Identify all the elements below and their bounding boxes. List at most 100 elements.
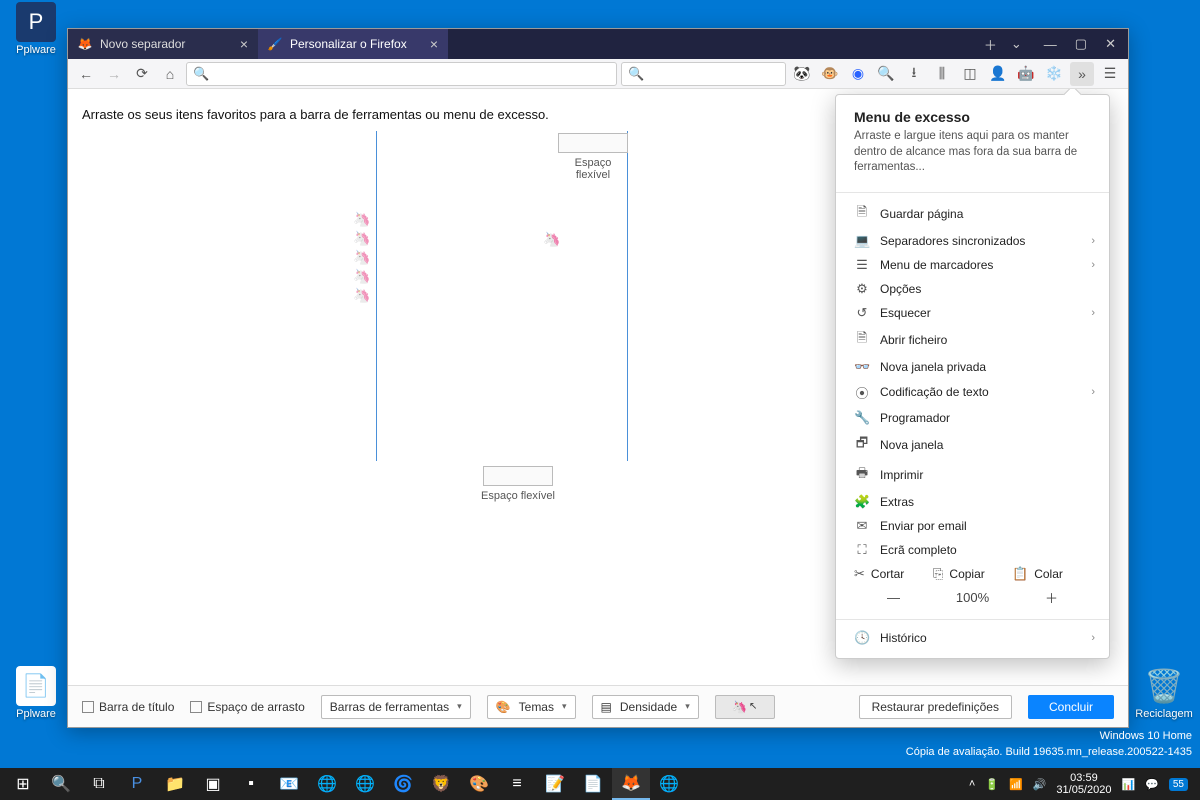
app-vscode[interactable]: ≡	[498, 768, 536, 800]
toolbars-dropdown[interactable]: Barras de ferramentas ▾	[321, 695, 471, 719]
menu-button[interactable]: ☰	[1098, 62, 1122, 86]
app-pplware[interactable]: P	[118, 768, 156, 800]
search-button[interactable]: 🔍	[874, 62, 898, 86]
menu-item-label: Codificação de texto	[880, 385, 989, 399]
desktop-icon-pplware-2[interactable]: 📄 Pplware	[6, 666, 66, 720]
zoom-out[interactable]: —	[854, 590, 933, 605]
menu-item[interactable]: 🧩Extras	[836, 490, 1109, 514]
menu-item[interactable]: ⚙Opções	[836, 277, 1109, 301]
app-notes[interactable]: 📝	[536, 768, 574, 800]
back-button[interactable]: ←	[74, 62, 98, 86]
menu-item[interactable]: 🗗Nova janela	[836, 430, 1109, 460]
menu-item[interactable]: 🗎Guardar página	[836, 199, 1109, 229]
ghost-icon: 🦄	[543, 231, 560, 248]
url-bar[interactable]: 🔍	[186, 62, 617, 86]
tab-new[interactable]: 🦊 Novo separador ×	[68, 29, 258, 59]
restore-defaults-button[interactable]: Restaurar predefinições	[859, 695, 1012, 719]
taskview-button[interactable]: ⧉	[80, 768, 118, 800]
volume-icon[interactable]: 🔊	[1033, 778, 1047, 791]
ext-icon-1[interactable]: 🐼	[790, 62, 814, 86]
reload-button[interactable]: ⟳	[130, 62, 154, 86]
downloads-button[interactable]: ⭳	[902, 62, 926, 86]
app-chrome-2[interactable]: 🌐	[650, 768, 688, 800]
menu-item[interactable]: ⦿Codificação de texto›	[836, 379, 1109, 406]
clock[interactable]: 03:59 31/05/2020	[1056, 772, 1111, 796]
close-button[interactable]: ✕	[1105, 36, 1116, 52]
action-center[interactable]: 💬	[1145, 778, 1159, 791]
wifi-icon[interactable]: 📶	[1009, 778, 1023, 791]
overflow-button[interactable]: »	[1070, 62, 1094, 86]
menu-item[interactable]: 🔧Programador	[836, 406, 1109, 430]
app-brave[interactable]: 🦁	[422, 768, 460, 800]
forward-button[interactable]: →	[102, 62, 126, 86]
graph-icon[interactable]: 📊	[1121, 778, 1135, 791]
tray-chevron[interactable]: ˄	[969, 778, 975, 790]
flex-space-slot[interactable]: Espaço flexível	[481, 466, 555, 502]
app-firefox[interactable]: 🦊	[612, 768, 650, 800]
menu-item[interactable]: ⛶Ecrã completo	[836, 538, 1109, 562]
app-paint[interactable]: 🎨	[460, 768, 498, 800]
app-explorer[interactable]: 📁	[156, 768, 194, 800]
menu-item-label: Enviar por email	[880, 519, 967, 533]
slot-label: Espaço flexível	[558, 157, 628, 181]
done-button[interactable]: Concluir	[1028, 695, 1114, 719]
desktop-icon-recycle[interactable]: 🗑️ Reciclagem	[1134, 666, 1194, 720]
library-button[interactable]: ⫼	[930, 62, 954, 86]
account-button[interactable]: 👤	[986, 62, 1010, 86]
drag-preview-button[interactable]: 🦄 ↖	[715, 695, 775, 719]
close-icon[interactable]: ×	[240, 36, 248, 52]
brush-icon: 🖌️	[268, 37, 282, 51]
close-icon[interactable]: ×	[430, 36, 438, 52]
ext-icon-5[interactable]: ❄️	[1042, 62, 1066, 86]
maximize-button[interactable]: ▢	[1075, 36, 1087, 52]
menu-item[interactable]: 👓Nova janela privada	[836, 355, 1109, 379]
app-cmd[interactable]: ▪	[232, 768, 270, 800]
minimize-button[interactable]: ―	[1044, 37, 1057, 52]
drag-space-checkbox[interactable]: Espaço de arrasto	[190, 700, 304, 714]
menu-item-icon: 💻	[854, 233, 870, 249]
menu-item[interactable]: ✉Enviar por email	[836, 514, 1109, 538]
clock-date: 31/05/2020	[1056, 784, 1111, 796]
desktop-icon-pplware[interactable]: P Pplware	[6, 2, 66, 56]
themes-dropdown[interactable]: 🎨 Temas ▾	[487, 695, 576, 719]
density-dropdown[interactable]: ▤ Densidade ▾	[592, 695, 699, 719]
app-icon: P	[16, 2, 56, 42]
app-mail[interactable]: 📧	[270, 768, 308, 800]
menu-item-icon: 👓	[854, 359, 870, 375]
menu-item[interactable]: 🗎Abrir ficheiro	[836, 325, 1109, 355]
app-chromium[interactable]: 🌐	[346, 768, 384, 800]
search-button[interactable]: 🔍	[42, 768, 80, 800]
menu-item[interactable]: ☰Menu de marcadores›	[836, 253, 1109, 277]
title-bar-checkbox[interactable]: Barra de título	[82, 700, 174, 714]
app-terminal[interactable]: ▣	[194, 768, 232, 800]
battery-icon[interactable]: 🔋	[985, 778, 999, 791]
menu-item-icon: 🧩	[854, 494, 870, 510]
ext-icon-4[interactable]: 🤖	[1014, 62, 1038, 86]
customize-drop-area[interactable]: Espaço flexível Espaço flexível 🦄🦄🦄🦄🦄 🦄	[293, 131, 623, 511]
menu-item[interactable]: 💻Separadores sincronizados›	[836, 229, 1109, 253]
home-button[interactable]: ⌂	[158, 62, 182, 86]
clipboard-icon: 📋	[1012, 566, 1028, 582]
tab-customize[interactable]: 🖌️ Personalizar o Firefox ×	[258, 29, 448, 59]
sidebar-button[interactable]: ◫	[958, 62, 982, 86]
paste-button[interactable]: 📋Colar	[1012, 566, 1091, 582]
app-notepad[interactable]: 📄	[574, 768, 612, 800]
start-button[interactable]: ⊞	[4, 768, 42, 800]
notification-count[interactable]: 55	[1169, 778, 1188, 791]
flex-space-slot[interactable]: Espaço flexível	[558, 133, 628, 181]
cut-button[interactable]: ✂Cortar	[854, 566, 933, 582]
zoom-in[interactable]: ＋	[1012, 588, 1091, 607]
menu-item[interactable]: ↺Esquecer›	[836, 301, 1109, 325]
copy-button[interactable]: ⎘Copiar	[933, 566, 1012, 582]
separator	[836, 619, 1109, 620]
ext-icon-3[interactable]: ◉	[846, 62, 870, 86]
app-chrome[interactable]: 🌐	[308, 768, 346, 800]
search-bar[interactable]: 🔍	[621, 62, 786, 86]
menu-item-history[interactable]: 🕓 Histórico ›	[836, 626, 1109, 650]
app-edge[interactable]: 🌀	[384, 768, 422, 800]
menu-item[interactable]: 🖶Imprimir	[836, 460, 1109, 490]
ext-icon-2[interactable]: 🐵	[818, 62, 842, 86]
new-tab-button[interactable]: ＋	[984, 35, 997, 54]
tabs-dropdown[interactable]: ⌄	[1011, 36, 1022, 52]
chevron-right-icon: ›	[1091, 307, 1095, 319]
